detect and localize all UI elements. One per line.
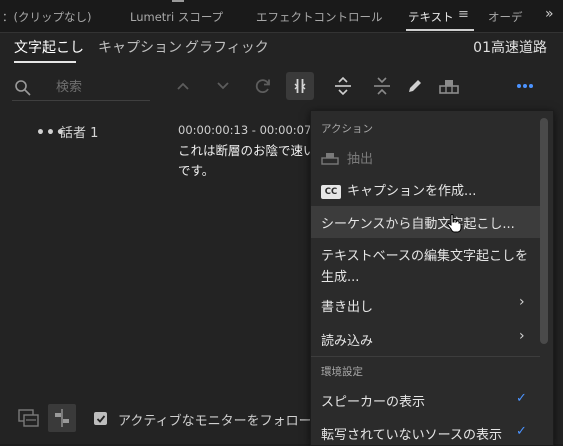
menu-section-preferences: 環境設定: [321, 366, 363, 378]
follow-monitor-checkbox[interactable]: [94, 412, 107, 425]
extract-icon: [439, 80, 459, 94]
menu-item-extract[interactable]: 抽出: [321, 148, 373, 169]
pointer-hand-icon: [446, 213, 464, 237]
split-segment-button[interactable]: [286, 72, 314, 100]
tab-captions[interactable]: キャプション: [98, 37, 182, 57]
check-icon: [96, 414, 105, 423]
search-input[interactable]: [56, 77, 148, 97]
collapse-button[interactable]: [368, 72, 396, 100]
menu-item-create-captions[interactable]: CC キャプションを作成...: [321, 180, 476, 199]
next-result-button[interactable]: [209, 72, 237, 100]
menu-item-extract-label: 抽出: [347, 152, 374, 167]
split-icon: [294, 79, 306, 93]
subtab-indicator: [14, 61, 76, 63]
sync-button[interactable]: [48, 404, 76, 432]
follow-monitor-label[interactable]: アクティブなモニターをフォロー: [118, 410, 312, 429]
tab-lumetri-scopes[interactable]: Lumetri スコープ: [130, 9, 223, 25]
panel-grip[interactable]: [172, 0, 184, 2]
sync-icon: [55, 409, 69, 427]
pencil-icon: [409, 80, 421, 92]
expand-vertical-icon: [335, 76, 351, 96]
tab-audio[interactable]: オーデ: [488, 9, 523, 25]
menu-divider: [311, 356, 540, 357]
more-tabs-icon[interactable]: »: [545, 6, 553, 22]
more-icon: [517, 84, 533, 88]
tab-transcript[interactable]: 文字起こし: [14, 37, 84, 57]
menu-item-show-untranscribed[interactable]: 転写されていないソースの表示: [321, 424, 502, 443]
tab-clip[interactable]: ：(クリップなし): [2, 9, 91, 25]
search-icon: [14, 79, 32, 97]
menu-item-export[interactable]: 書き出し: [321, 296, 373, 315]
cc-icon: CC: [321, 185, 341, 199]
refresh-icon: [255, 79, 270, 94]
menu-item-import[interactable]: 読み込み: [321, 330, 373, 349]
panel-menu-icon[interactable]: ≡: [458, 7, 469, 22]
collapse-vertical-icon: [374, 77, 390, 95]
show-untranscribed-check-icon: ✓: [516, 424, 527, 439]
sequence-name: 01高速道路: [473, 40, 547, 56]
extract-button[interactable]: [435, 72, 463, 100]
extract-menu-icon: [321, 151, 339, 169]
segment-timecode: 00:00:00:13 - 00:00:07:1: [178, 123, 323, 137]
edit-button[interactable]: [401, 72, 429, 100]
more-options-button[interactable]: [511, 72, 539, 100]
active-tab-indicator: [406, 29, 474, 31]
menu-item-text-based-edit[interactable]: テキストベースの編集文字起こしを生成...: [321, 246, 531, 288]
show-speakers-check-icon: ✓: [516, 391, 527, 406]
tab-text[interactable]: テキスト: [408, 9, 454, 25]
menu-item-auto-transcribe[interactable]: シーケンスから自動文字起こし...: [321, 213, 515, 232]
previous-result-button[interactable]: [169, 72, 197, 100]
import-chevron-icon: ›: [519, 328, 525, 344]
tab-effect-controls[interactable]: エフェクトコントロール: [256, 9, 383, 25]
refresh-button[interactable]: [249, 72, 277, 100]
chevron-down-icon: [217, 82, 229, 90]
tab-graphics[interactable]: グラフィック: [185, 37, 269, 57]
menu-section-actions: アクション: [321, 123, 373, 135]
menu-scrollbar[interactable]: [540, 118, 548, 344]
speaker-label[interactable]: 話者 1: [60, 122, 98, 141]
transcript-text[interactable]: これは断層のお陰で速いです。: [178, 141, 318, 181]
text-panel: ：(クリップなし) Lumetri スコープ エフェクトコントロール テキスト …: [0, 0, 563, 446]
menu-item-create-captions-label: キャプションを作成...: [347, 184, 477, 199]
chevron-up-icon: [177, 82, 189, 90]
menu-item-show-speakers[interactable]: スピーカーの表示: [321, 391, 425, 410]
export-chevron-icon: ›: [519, 294, 525, 310]
filter-icon[interactable]: [18, 408, 40, 432]
expand-button[interactable]: [329, 72, 357, 100]
